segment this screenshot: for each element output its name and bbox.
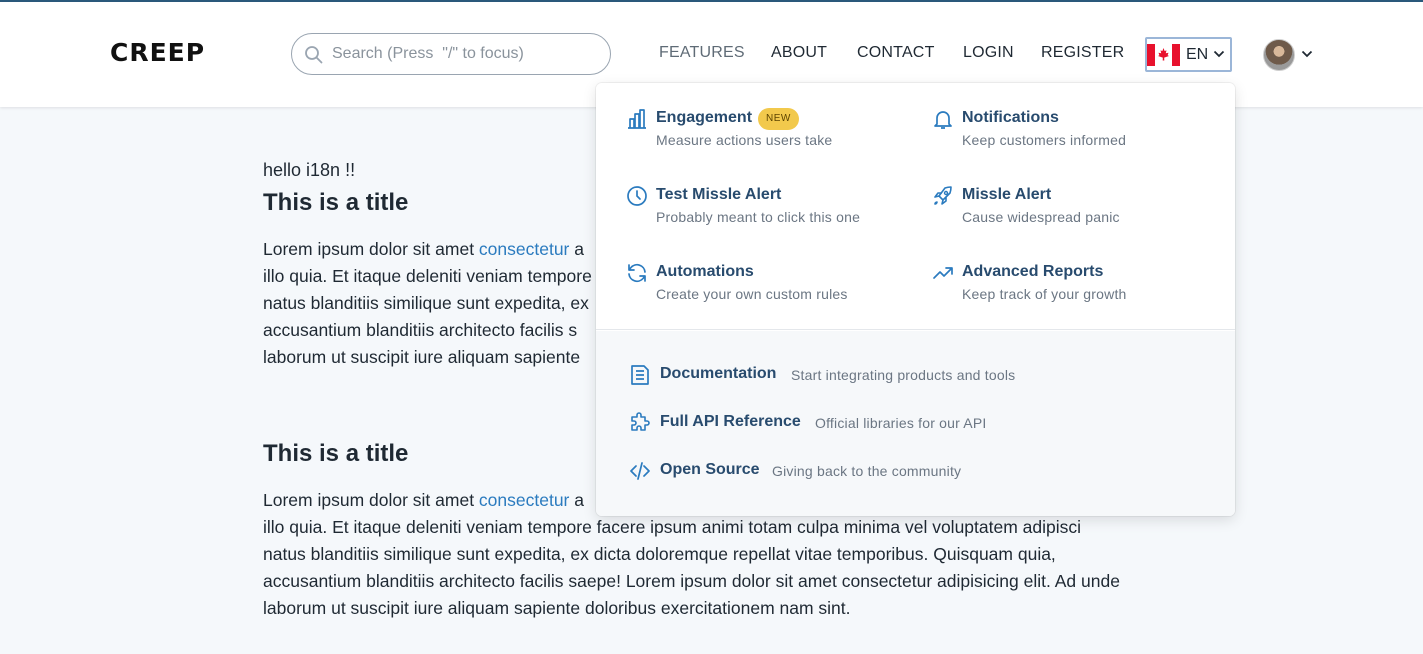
brand-logo[interactable]: CREEP <box>110 38 205 67</box>
menu-item-notifications[interactable]: Notifications Keep customers informed <box>931 107 1191 155</box>
menu-item-title: Test Missle Alert <box>656 186 782 203</box>
menu-item-test-missle-alert[interactable]: Test Missle Alert Probably meant to clic… <box>625 184 885 232</box>
trending-up-icon <box>933 267 953 279</box>
bar-chart-icon <box>628 109 646 129</box>
menu-item-title: Advanced Reports <box>962 263 1104 280</box>
nav-about[interactable]: ABOUT <box>771 44 827 62</box>
menu-item-desc: Cause widespread panic <box>962 209 1120 225</box>
refresh-icon <box>628 263 646 283</box>
menu-item-desc: Start integrating products and tools <box>791 367 1016 383</box>
user-avatar[interactable] <box>1263 39 1295 71</box>
menu-item-title: Open Source <box>660 461 760 478</box>
language-selector[interactable]: EN <box>1145 37 1232 72</box>
menu-item-advanced-reports[interactable]: Advanced Reports Keep track of your grow… <box>931 261 1191 309</box>
rocket-icon <box>934 186 952 205</box>
menu-item-title: Full API Reference <box>660 413 801 430</box>
menu-item-full-api-reference[interactable]: Full API Reference Official libraries fo… <box>628 411 1048 435</box>
menu-item-title: Automations <box>656 263 754 280</box>
features-grid: Engagement NEW Measure actions users tak… <box>596 83 1235 330</box>
language-code: EN <box>1186 46 1209 63</box>
search-box[interactable] <box>291 33 611 75</box>
inline-link[interactable]: consectetur <box>479 239 569 259</box>
nav-login[interactable]: LOGIN <box>963 44 1014 62</box>
chevron-down-icon[interactable] <box>1301 50 1313 58</box>
section-title: This is a title <box>263 440 409 467</box>
nav-features[interactable]: FEATURES <box>659 44 745 62</box>
menu-item-desc: Probably meant to click this one <box>656 209 861 225</box>
menu-item-desc: Giving back to the community <box>772 463 962 479</box>
menu-item-desc: Create your own custom rules <box>656 286 848 302</box>
menu-item-title: Missle Alert <box>962 186 1052 203</box>
section-title: This is a title <box>263 189 409 216</box>
greeting-text: hello i18n !! <box>263 160 356 180</box>
menu-item-desc: Official libraries for our API <box>815 415 987 431</box>
code-icon <box>630 462 650 480</box>
document-icon <box>631 365 649 385</box>
features-dropdown: Engagement NEW Measure actions users tak… <box>596 83 1235 516</box>
menu-item-desc: Keep customers informed <box>962 132 1127 148</box>
search-input[interactable] <box>332 42 602 66</box>
menu-item-documentation[interactable]: Documentation Start integrating products… <box>628 363 1048 387</box>
menu-item-automations[interactable]: Automations Create your own custom rules <box>625 261 885 309</box>
puzzle-icon <box>631 412 650 431</box>
menu-item-open-source[interactable]: Open Source Giving back to the community <box>628 459 1048 483</box>
bell-icon <box>934 111 952 129</box>
new-badge: NEW <box>758 108 799 130</box>
nav-contact[interactable]: CONTACT <box>857 44 935 62</box>
search-icon <box>305 46 323 64</box>
chevron-down-icon <box>1213 50 1225 58</box>
inline-link[interactable]: consectetur <box>479 490 569 510</box>
canada-flag-icon <box>1147 44 1180 66</box>
menu-item-engagement[interactable]: Engagement NEW Measure actions users tak… <box>625 107 885 155</box>
menu-item-desc: Keep track of your growth <box>962 286 1127 302</box>
resources-list: Documentation Start integrating products… <box>596 331 1235 516</box>
menu-item-desc: Measure actions users take <box>656 132 833 148</box>
menu-item-missle-alert[interactable]: Missle Alert Cause widespread panic <box>931 184 1191 232</box>
menu-item-title: Notifications <box>962 109 1059 126</box>
nav-register[interactable]: REGISTER <box>1041 44 1124 62</box>
menu-item-title: Engagement <box>656 109 753 126</box>
menu-item-title: Documentation <box>660 365 777 382</box>
clock-icon <box>627 186 647 206</box>
